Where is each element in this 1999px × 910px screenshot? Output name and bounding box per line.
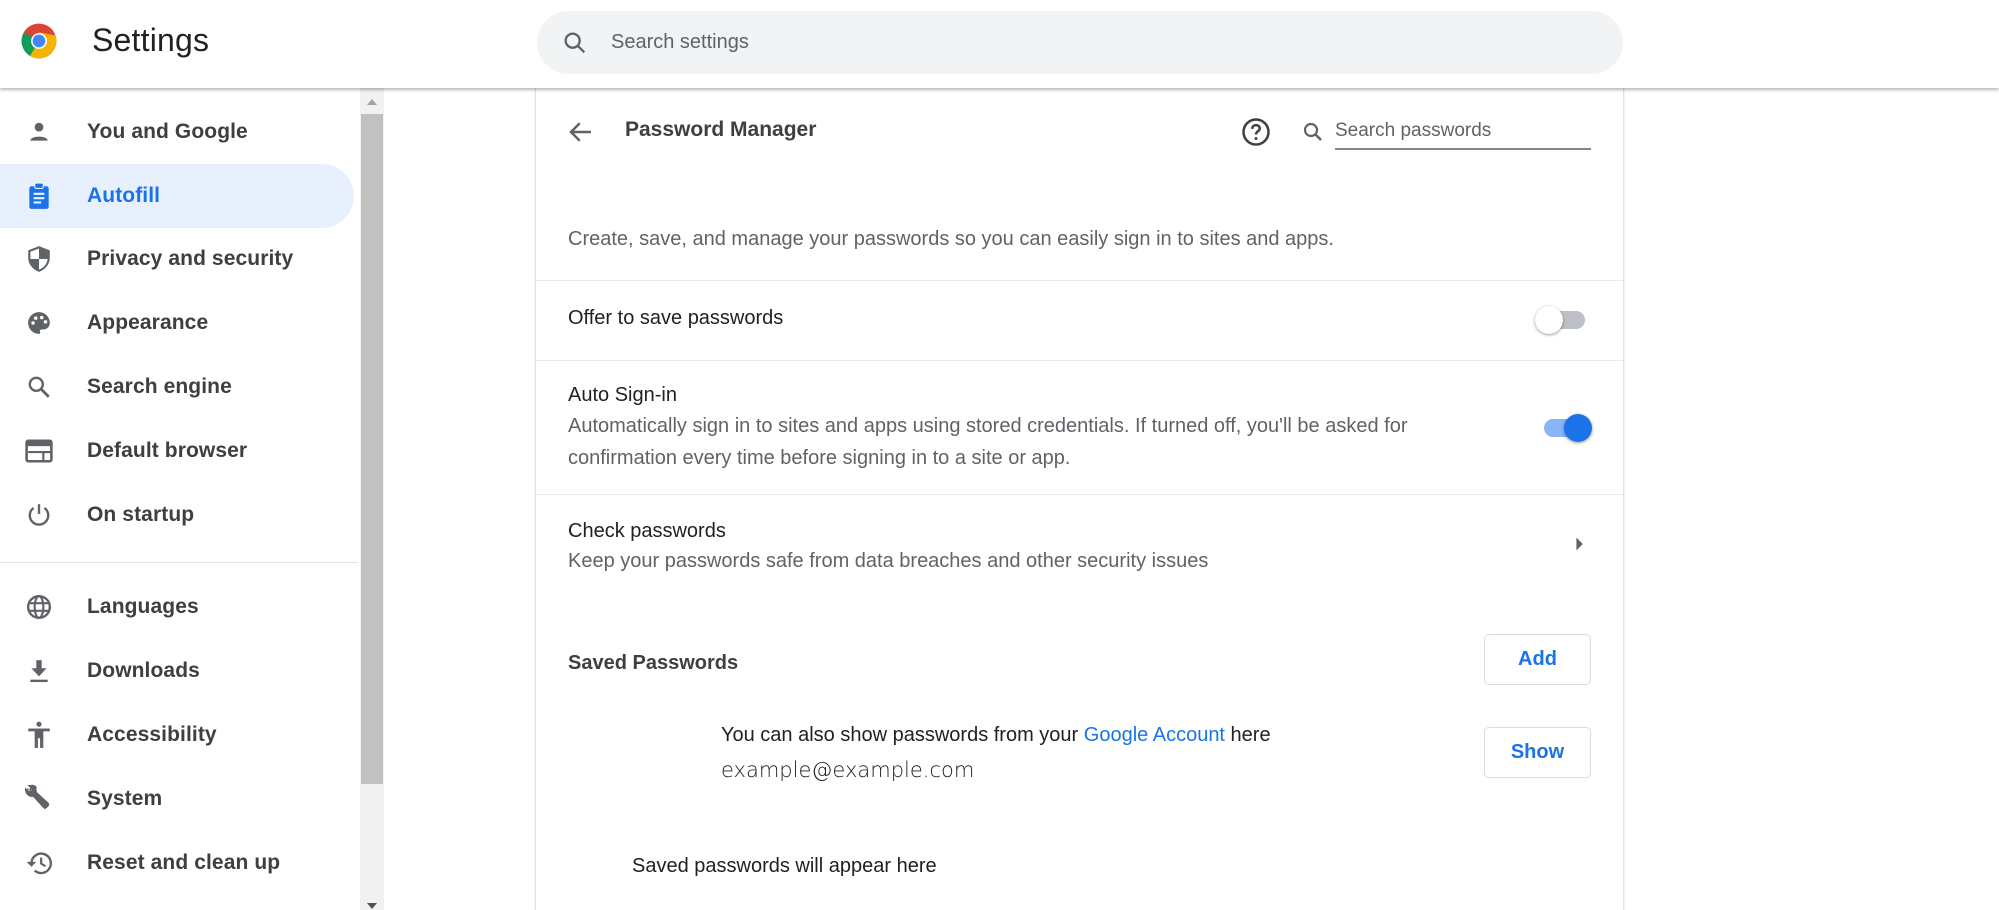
top-bar: Settings: [0, 0, 1999, 88]
scroll-up-arrow-icon[interactable]: [360, 92, 384, 112]
sidebar-item-search-engine[interactable]: Search engine: [0, 355, 354, 419]
sidebar-nav: You and Google Autofill Privacy and secu…: [0, 88, 358, 910]
sidebar-item-label: Accessibility: [87, 723, 217, 746]
browser-window-icon: [24, 436, 54, 466]
page-title: Password Manager: [625, 118, 817, 141]
sidebar-item-label: Search engine: [87, 375, 232, 398]
password-manager-card: Password Manager Create, save, and manag…: [536, 88, 1623, 910]
sidebar-item-autofill[interactable]: Autofill: [0, 164, 354, 228]
sidebar-item-privacy-and-security[interactable]: Privacy and security: [0, 227, 354, 291]
saved-passwords-heading: Saved Passwords: [568, 652, 739, 674]
toggle-knob: [1535, 306, 1563, 334]
sidebar-item-downloads[interactable]: Downloads: [0, 639, 354, 703]
shield-icon: [24, 244, 54, 274]
palette-icon: [24, 308, 54, 338]
globe-icon: [24, 592, 54, 622]
person-icon: [24, 117, 54, 147]
notice-text-before: You can also show passwords from your: [721, 724, 1084, 746]
sidebar-item-label: System: [87, 787, 163, 810]
sidebar-item-you-and-google[interactable]: You and Google: [0, 100, 354, 164]
offer-to-save-toggle[interactable]: [1535, 305, 1589, 334]
auto-signin-toggle[interactable]: [1538, 413, 1592, 442]
sidebar-item-label: Privacy and security: [87, 247, 294, 270]
show-passwords-button[interactable]: Show: [1484, 727, 1591, 778]
check-passwords-description: Keep your passwords safe from data breac…: [568, 550, 1209, 572]
sidebar-item-label: Default browser: [87, 439, 248, 462]
sidebar-item-label: You and Google: [87, 120, 248, 143]
sidebar-item-label: Languages: [87, 595, 199, 618]
toggle-knob: [1564, 414, 1592, 442]
divider: [536, 360, 1623, 361]
sidebar-item-reset-and-clean-up[interactable]: Reset and clean up: [0, 831, 354, 895]
card-header: Password Manager: [536, 88, 1623, 188]
accessibility-icon: [24, 720, 54, 750]
download-icon: [24, 656, 54, 686]
sidebar-item-label: Appearance: [87, 311, 209, 334]
divider: [536, 280, 1623, 281]
check-passwords-label: Check passwords: [568, 520, 726, 542]
settings-search-input[interactable]: [611, 31, 1511, 54]
add-password-button[interactable]: Add: [1484, 634, 1591, 685]
empty-passwords-message: Saved passwords will appear here: [632, 855, 937, 877]
sidebar-item-label: Reset and clean up: [87, 851, 281, 874]
settings-search-bar[interactable]: [537, 11, 1623, 74]
history-reset-icon: [24, 848, 54, 878]
clipboard-icon: [24, 181, 54, 211]
sidebar-item-system[interactable]: System: [0, 767, 354, 831]
password-search-input[interactable]: [1335, 114, 1591, 150]
divider: [536, 494, 1623, 495]
password-search[interactable]: [1301, 112, 1592, 152]
search-icon: [1303, 122, 1322, 141]
scroll-down-arrow-icon[interactable]: [360, 894, 384, 910]
search-icon: [564, 32, 586, 53]
chevron-right-icon[interactable]: [1572, 535, 1586, 553]
power-icon: [24, 500, 54, 530]
back-arrow-icon[interactable]: [566, 117, 596, 147]
help-icon[interactable]: [1241, 117, 1271, 147]
sidebar-item-appearance[interactable]: Appearance: [0, 291, 354, 355]
scrollbar-thumb[interactable]: [361, 114, 383, 784]
sidebar-scrollbar[interactable]: [360, 88, 384, 910]
wrench-icon: [24, 784, 54, 814]
notice-text-after: here: [1225, 724, 1271, 746]
page-description: Create, save, and manage your passwords …: [568, 228, 1334, 250]
app-title: Settings: [92, 22, 210, 58]
sidebar-divider: [0, 562, 358, 563]
auto-signin-description: Automatically sign in to sites and apps …: [568, 415, 1408, 469]
sidebar-item-languages[interactable]: Languages: [0, 575, 354, 639]
chrome-logo-icon: [21, 23, 57, 59]
sidebar-item-label: Downloads: [87, 659, 200, 682]
google-account-notice: You can also show passwords from your Go…: [721, 724, 1271, 747]
sidebar-item-label: On startup: [87, 503, 195, 526]
sidebar-item-default-browser[interactable]: Default browser: [0, 419, 354, 483]
sidebar-item-on-startup[interactable]: On startup: [0, 483, 354, 547]
account-email: example@example.com: [721, 758, 975, 782]
search-icon: [24, 372, 54, 402]
auto-signin-label: Auto Sign-in: [568, 384, 677, 406]
sidebar-item-label: Autofill: [87, 184, 161, 207]
google-account-link[interactable]: Google Account: [1084, 724, 1225, 746]
offer-to-save-label: Offer to save passwords: [568, 307, 784, 329]
sidebar-item-accessibility[interactable]: Accessibility: [0, 703, 354, 767]
